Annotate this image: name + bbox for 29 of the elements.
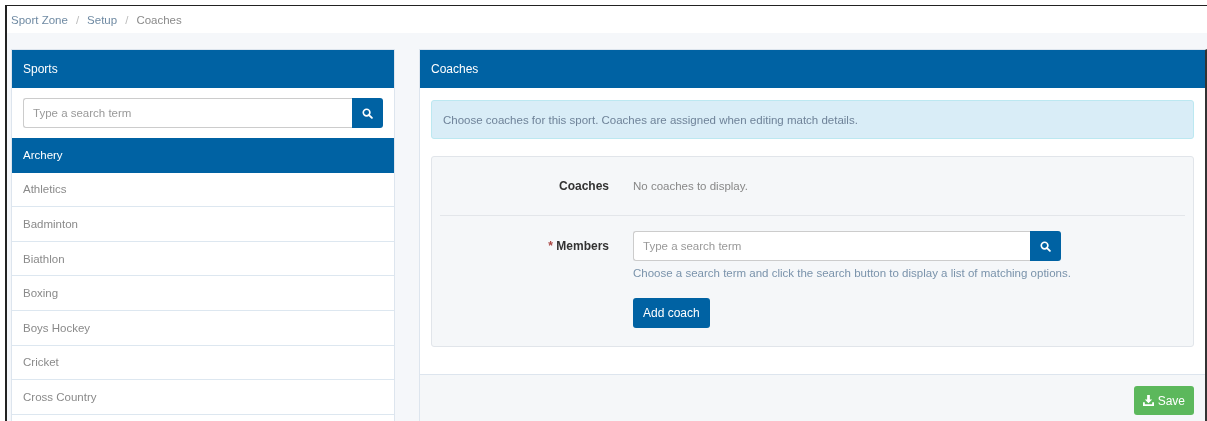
breadcrumb-link[interactable]: Setup <box>87 13 118 26</box>
breadcrumb-link[interactable]: Sport Zone <box>11 13 68 26</box>
search-field[interactable]: Type a search term <box>23 98 352 128</box>
sport-list-item[interactable]: Badminton <box>12 207 394 242</box>
search-button[interactable] <box>352 98 383 128</box>
sport-list-item[interactable]: Cross Country <box>12 380 394 415</box>
search-field[interactable]: Type a search term <box>633 231 1030 261</box>
download-icon <box>1142 395 1154 406</box>
save-button[interactable]: Save <box>1133 386 1194 415</box>
add-coach-button[interactable]: Add coach <box>633 298 710 328</box>
sport-list-item[interactable]: Archery <box>12 138 394 173</box>
info-alert: Choose coaches for this sport. Coaches are assigned when editing match details. <box>431 100 1194 139</box>
search-icon <box>362 107 373 119</box>
field-label: * Members <box>547 238 610 255</box>
search-icon <box>1040 240 1051 252</box>
panel-title: Sports <box>12 50 394 88</box>
empty-message: No coaches to display. <box>633 180 748 192</box>
search-button[interactable] <box>1030 231 1061 261</box>
sport-list-item[interactable]: Athletics <box>12 172 394 208</box>
breadcrumb-separator: / <box>125 13 129 26</box>
breadcrumb-separator: / <box>75 13 80 26</box>
sport-list-item[interactable]: Boxing <box>12 276 394 311</box>
sport-list-item[interactable]: Boys Hockey <box>12 310 394 346</box>
help-text: Choose a search term and click the search button to display a list of matching options. <box>633 267 1071 279</box>
sport-list-item[interactable]: Biathlon <box>12 241 394 277</box>
field-label: Coaches <box>557 179 610 193</box>
sport-list-item[interactable]: Cricket <box>12 345 394 381</box>
panel-title: Coaches <box>420 50 1205 88</box>
breadcrumb-current: Coaches <box>136 13 182 26</box>
